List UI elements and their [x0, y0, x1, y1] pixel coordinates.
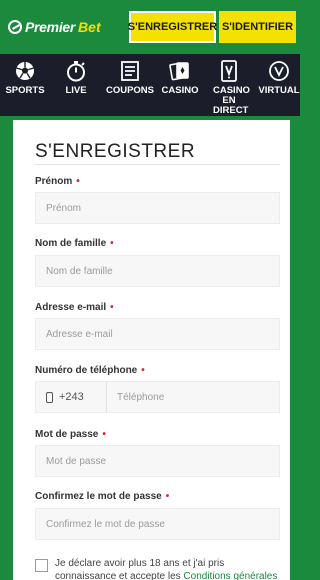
nav-label-sports: SPORTS: [5, 85, 45, 96]
required-mark: •: [141, 365, 145, 376]
nav-item-casino-en-direct[interactable]: CASINO EN DIRECT: [206, 54, 252, 116]
cards-icon: [169, 62, 189, 81]
soccer-ball-icon: [16, 62, 34, 80]
virtual-icon: [269, 61, 289, 81]
main-nav: SPORTS LIVE COUPONS CASINO CASINO EN DIR…: [0, 54, 300, 116]
login-button[interactable]: S'IDENTIFIER: [219, 11, 296, 43]
live-casino-icon: [221, 60, 237, 82]
nav-label-coupons: COUPONS: [105, 85, 155, 96]
nav-label-casino: CASINO: [161, 85, 199, 96]
form-title: S'ENREGISTRER: [35, 141, 196, 162]
confirm-password-label-text: Confirmez le mot de passe: [35, 491, 162, 502]
terms-checkbox[interactable]: [35, 559, 48, 572]
nav-label-casino-en-direct: CASINO EN DIRECT: [213, 85, 250, 116]
nav-item-virtual[interactable]: VIRTUAL: [256, 54, 302, 116]
stopwatch-icon: [67, 61, 85, 82]
first-name-label: Prénom •: [35, 176, 80, 187]
required-mark: •: [76, 176, 80, 187]
required-mark: •: [102, 429, 106, 440]
password-label: Mot de passe •: [35, 429, 106, 440]
nav-item-coupons[interactable]: COUPONS: [104, 54, 156, 116]
last-name-input[interactable]: Nom de famille: [35, 255, 280, 287]
terms-text: Je déclare avoir plus 18 ans et j'ai pri…: [55, 557, 287, 580]
phone-field: +243 Téléphone: [35, 381, 280, 413]
required-mark: •: [110, 302, 114, 313]
nav-item-casino[interactable]: CASINO: [158, 54, 202, 116]
premierbet-logo[interactable]: Premier Bet: [8, 17, 101, 37]
phone-label: Numéro de téléphone •: [35, 365, 145, 376]
password-input[interactable]: Mot de passe: [35, 445, 280, 477]
phone-label-text: Numéro de téléphone: [35, 365, 138, 376]
required-mark: •: [110, 238, 114, 249]
first-name-input[interactable]: Prénom: [35, 192, 280, 224]
last-name-label-text: Nom de famille: [35, 238, 107, 249]
confirm-password-label: Confirmez le mot de passe •: [35, 491, 169, 502]
top-header: Premier Bet S'ENREGISTRER S'IDENTIFIER: [0, 0, 300, 54]
nav-label-live: LIVE: [65, 85, 87, 96]
first-name-label-text: Prénom: [35, 176, 73, 187]
last-name-label: Nom de famille •: [35, 238, 114, 249]
required-mark: •: [165, 491, 170, 502]
nav-item-live[interactable]: LIVE: [56, 54, 96, 116]
logo-bet-text: Bet: [78, 19, 101, 35]
terms-link[interactable]: Conditions générales: [183, 571, 277, 580]
phone-input[interactable]: Téléphone: [117, 382, 164, 412]
logo-mark-icon: [8, 20, 22, 34]
phone-country-prefix[interactable]: +243: [36, 382, 107, 412]
phone-prefix-text: +243: [59, 391, 84, 403]
mobile-phone-icon: [46, 391, 53, 403]
logo-premier-text: Premier: [25, 19, 76, 35]
email-label: Adresse e-mail •: [35, 302, 114, 313]
email-label-text: Adresse e-mail: [35, 302, 107, 313]
coupon-icon: [121, 61, 139, 81]
nav-label-virtual: VIRTUAL: [258, 85, 300, 96]
registration-form: S'ENREGISTRER Prénom • Prénom Nom de fami…: [10, 120, 290, 580]
confirm-password-input[interactable]: Confirmez le mot de passe: [35, 508, 280, 540]
title-divider: [35, 164, 280, 165]
nav-item-sports[interactable]: SPORTS: [2, 54, 48, 116]
register-button[interactable]: S'ENREGISTRER: [128, 11, 217, 43]
password-label-text: Mot de passe: [35, 429, 99, 440]
email-input[interactable]: Adresse e-mail: [35, 318, 280, 350]
